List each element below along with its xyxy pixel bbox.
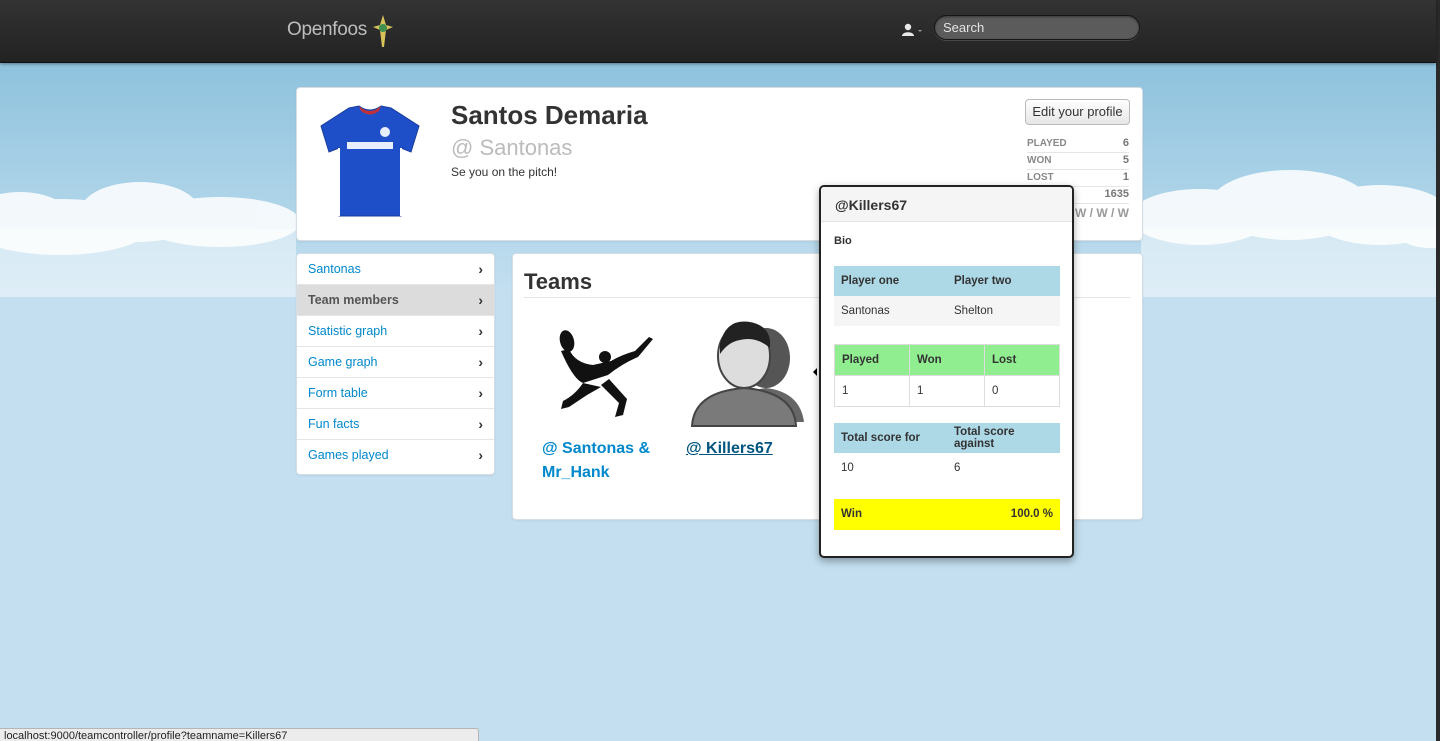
table-header: Player two bbox=[947, 266, 1060, 296]
team-popover: @Killers67 Bio Player one Player two San… bbox=[819, 185, 1074, 558]
popover-arrow bbox=[813, 368, 817, 376]
nav-item-label: Fun facts bbox=[308, 417, 360, 431]
stat-played: PLAYED 6 bbox=[1027, 136, 1129, 153]
nav-item-label: Team members bbox=[308, 293, 399, 307]
nav-item-team-members[interactable]: Team members › bbox=[297, 285, 494, 316]
table-cell: 1 bbox=[909, 375, 985, 407]
table-header: Total score against bbox=[947, 423, 1060, 453]
win-label: Win bbox=[841, 508, 862, 520]
popover-bio-label: Bio bbox=[834, 235, 852, 247]
table-header: Player one bbox=[834, 266, 947, 296]
team-link-killers67[interactable]: @ Killers67 bbox=[686, 437, 773, 461]
nav-item-game-graph[interactable]: Game graph › bbox=[297, 347, 494, 378]
table-cell: Santonas bbox=[834, 296, 947, 326]
top-navbar: Openfoos bbox=[0, 0, 1436, 63]
chevron-right-icon: › bbox=[478, 354, 483, 370]
stat-value: 1 bbox=[1122, 171, 1129, 183]
chevron-right-icon: › bbox=[478, 416, 483, 432]
chevron-right-icon: › bbox=[478, 323, 483, 339]
profile-bio: Se you on the pitch! bbox=[451, 165, 558, 179]
table-cell: Shelton bbox=[947, 296, 1060, 326]
table-header: Lost bbox=[984, 344, 1060, 376]
table-header: Played bbox=[834, 344, 910, 376]
chevron-right-icon: › bbox=[478, 447, 483, 463]
stat-label: WON bbox=[1027, 155, 1052, 166]
team-avatar-image[interactable] bbox=[686, 314, 811, 429]
players-table: Player one Player two Santonas Shelton bbox=[834, 266, 1060, 326]
nav-item-fun-facts[interactable]: Fun facts › bbox=[297, 409, 494, 440]
table-cell: 10 bbox=[834, 453, 947, 483]
stat-value: 1635 bbox=[1104, 188, 1129, 200]
nav-item-label: Games played bbox=[308, 448, 389, 462]
chevron-right-icon: › bbox=[478, 292, 483, 308]
profile-handle: @ Santonas bbox=[451, 135, 573, 160]
table-row: 10 6 bbox=[834, 453, 1060, 483]
nav-item-santonas[interactable]: Santonas › bbox=[297, 254, 494, 285]
nav-item-label: Santonas bbox=[308, 262, 361, 276]
chevron-right-icon: › bbox=[478, 261, 483, 277]
table-cell: 0 bbox=[984, 375, 1060, 407]
nav-item-label: Game graph bbox=[308, 355, 378, 369]
table-header: Won bbox=[909, 344, 985, 376]
user-menu-icon[interactable] bbox=[901, 22, 923, 38]
stat-label: LOST bbox=[1027, 172, 1054, 183]
nav-item-form-table[interactable]: Form table › bbox=[297, 378, 494, 409]
brand-name[interactable]: Openfoos bbox=[287, 19, 367, 41]
side-nav: Santonas › Team members › Statistic graph ›… bbox=[296, 253, 495, 475]
nav-item-games-played[interactable]: Games played › bbox=[297, 440, 494, 471]
results-table: Played Won Lost 1 1 0 bbox=[834, 344, 1060, 407]
stat-won: WON 5 bbox=[1027, 153, 1129, 170]
stat-value: 5 bbox=[1122, 154, 1129, 166]
window-edge bbox=[1436, 0, 1440, 741]
player-kick-silhouette-image[interactable] bbox=[553, 329, 658, 419]
chevron-right-icon: › bbox=[478, 385, 483, 401]
jersey-image bbox=[320, 105, 420, 217]
team-link-santonas-mr-hank[interactable]: @ Santonas & Mr_Hank bbox=[542, 437, 662, 485]
browser-status-bar: localhost:9000/teamcontroller/profile?te… bbox=[0, 728, 479, 741]
nav-item-label: Statistic graph bbox=[308, 324, 388, 338]
foosball-logo-icon bbox=[373, 15, 393, 47]
teams-title: Teams bbox=[524, 269, 593, 294]
scores-table: Total score for Total score against 10 6 bbox=[834, 423, 1060, 483]
profile-name: Santos Demaria bbox=[451, 100, 648, 130]
stat-value: 6 bbox=[1122, 137, 1129, 149]
edit-profile-button[interactable]: Edit your profile bbox=[1025, 99, 1130, 125]
table-cell: 6 bbox=[947, 453, 1060, 483]
win-percentage-bar: Win 100.0 % bbox=[834, 499, 1060, 530]
table-row: 1 1 0 bbox=[834, 375, 1060, 407]
table-header: Total score for bbox=[834, 423, 947, 453]
popover-title: @Killers67 bbox=[821, 187, 1072, 222]
stat-label: PLAYED bbox=[1027, 138, 1067, 149]
table-cell: 1 bbox=[834, 375, 910, 407]
table-row: Santonas Shelton bbox=[834, 296, 1060, 326]
win-value: 100.0 % bbox=[1010, 508, 1053, 520]
nav-item-statistic-graph[interactable]: Statistic graph › bbox=[297, 316, 494, 347]
nav-item-label: Form table bbox=[308, 386, 368, 400]
search-input[interactable] bbox=[934, 15, 1140, 40]
